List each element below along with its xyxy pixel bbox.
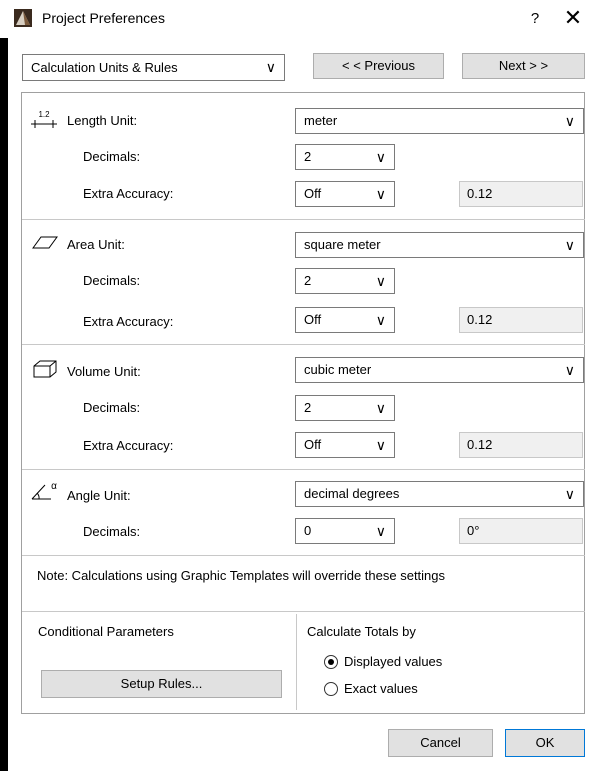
section-divider bbox=[22, 344, 585, 345]
angle-unit-label: Angle Unit: bbox=[67, 488, 131, 503]
previous-button[interactable]: < < Previous bbox=[313, 53, 444, 79]
chevron-down-icon: ∨ bbox=[375, 186, 386, 202]
volume-accuracy-value: Off bbox=[304, 437, 322, 452]
length-decimals-select[interactable]: 2 ∨ bbox=[295, 144, 395, 170]
volume-unit-value: cubic meter bbox=[304, 362, 372, 377]
section-divider bbox=[22, 611, 585, 612]
chevron-down-icon: ∨ bbox=[375, 312, 386, 328]
angle-decimals-label: Decimals: bbox=[83, 524, 141, 539]
section-divider bbox=[22, 469, 585, 470]
length-preview: 0.12 bbox=[459, 181, 583, 207]
length-unit-label: Length Unit: bbox=[67, 113, 138, 128]
volume-decimals-select[interactable]: 2 ∨ bbox=[295, 395, 395, 421]
angle-unit-icon: α bbox=[29, 480, 59, 502]
length-accuracy-label: Extra Accuracy: bbox=[83, 186, 174, 201]
page-select[interactable]: Calculation Units & Rules ∨ bbox=[22, 54, 285, 81]
window-title: Project Preferences bbox=[42, 10, 165, 26]
length-decimals-value: 2 bbox=[304, 149, 312, 164]
length-unit-icon: 1.2 bbox=[29, 108, 59, 130]
chevron-down-icon: ∨ bbox=[265, 59, 276, 75]
angle-unit-select[interactable]: decimal degrees ∨ bbox=[295, 481, 584, 507]
area-decimals-label: Decimals: bbox=[83, 273, 141, 288]
chevron-down-icon: ∨ bbox=[564, 486, 575, 502]
volume-unit-icon bbox=[29, 358, 59, 380]
window-edge bbox=[0, 38, 8, 771]
page-select-value: Calculation Units & Rules bbox=[31, 60, 178, 75]
displayed-values-label: Displayed values bbox=[344, 654, 443, 669]
calculate-totals-label: Calculate Totals by bbox=[307, 624, 416, 639]
chevron-down-icon: ∨ bbox=[375, 149, 386, 165]
chevron-down-icon: ∨ bbox=[375, 437, 386, 453]
area-preview: 0.12 bbox=[459, 307, 583, 333]
angle-decimals-select[interactable]: 0 ∨ bbox=[295, 518, 395, 544]
area-accuracy-select[interactable]: Off ∨ bbox=[295, 307, 395, 333]
volume-decimals-label: Decimals: bbox=[83, 400, 141, 415]
app-icon bbox=[14, 9, 32, 27]
ok-button[interactable]: OK bbox=[505, 729, 585, 757]
area-decimals-select[interactable]: 2 ∨ bbox=[295, 268, 395, 294]
volume-unit-select[interactable]: cubic meter ∨ bbox=[295, 357, 584, 383]
area-unit-label: Area Unit: bbox=[67, 237, 125, 252]
volume-decimals-value: 2 bbox=[304, 400, 312, 415]
chevron-down-icon: ∨ bbox=[564, 113, 575, 129]
area-accuracy-label: Extra Accuracy: bbox=[83, 314, 174, 329]
help-button[interactable]: ? bbox=[520, 8, 550, 30]
group-divider bbox=[296, 614, 297, 710]
chevron-down-icon: ∨ bbox=[375, 400, 386, 416]
exact-values-radio[interactable] bbox=[324, 682, 338, 696]
volume-accuracy-label: Extra Accuracy: bbox=[83, 438, 174, 453]
chevron-down-icon: ∨ bbox=[564, 237, 575, 253]
length-decimals-label: Decimals: bbox=[83, 149, 141, 164]
override-note: Note: Calculations using Graphic Templat… bbox=[37, 568, 446, 583]
length-unit-select[interactable]: meter ∨ bbox=[295, 108, 584, 134]
volume-accuracy-select[interactable]: Off ∨ bbox=[295, 432, 395, 458]
angle-preview: 0° bbox=[459, 518, 583, 544]
conditional-parameters-label: Conditional Parameters bbox=[38, 624, 174, 639]
cancel-button[interactable]: Cancel bbox=[388, 729, 493, 757]
chevron-down-icon: ∨ bbox=[564, 362, 575, 378]
angle-decimals-value: 0 bbox=[304, 523, 312, 538]
volume-unit-label: Volume Unit: bbox=[67, 364, 141, 379]
volume-preview: 0.12 bbox=[459, 432, 583, 458]
exact-values-option[interactable]: Exact values bbox=[324, 680, 484, 698]
length-accuracy-select[interactable]: Off ∨ bbox=[295, 181, 395, 207]
length-accuracy-value: Off bbox=[304, 186, 322, 201]
angle-unit-value: decimal degrees bbox=[304, 486, 400, 501]
angle-icon-text: α bbox=[51, 481, 57, 492]
length-icon-text: 1.2 bbox=[38, 110, 50, 119]
exact-values-label: Exact values bbox=[344, 681, 418, 696]
section-divider bbox=[22, 219, 585, 220]
chevron-down-icon: ∨ bbox=[375, 523, 386, 539]
setup-rules-button[interactable]: Setup Rules... bbox=[41, 670, 282, 698]
area-unit-icon bbox=[29, 231, 59, 253]
length-unit-value: meter bbox=[304, 113, 338, 128]
area-unit-select[interactable]: square meter ∨ bbox=[295, 232, 584, 258]
section-divider bbox=[22, 555, 585, 556]
chevron-down-icon: ∨ bbox=[375, 273, 386, 289]
title-bar: Project Preferences ? ✕ bbox=[0, 0, 597, 38]
close-icon[interactable]: ✕ bbox=[555, 5, 591, 33]
area-decimals-value: 2 bbox=[304, 273, 312, 288]
displayed-values-option[interactable]: Displayed values bbox=[324, 653, 484, 671]
displayed-values-radio[interactable] bbox=[324, 655, 338, 669]
area-unit-value: square meter bbox=[304, 237, 381, 252]
next-button[interactable]: Next > > bbox=[462, 53, 585, 79]
area-accuracy-value: Off bbox=[304, 312, 322, 327]
